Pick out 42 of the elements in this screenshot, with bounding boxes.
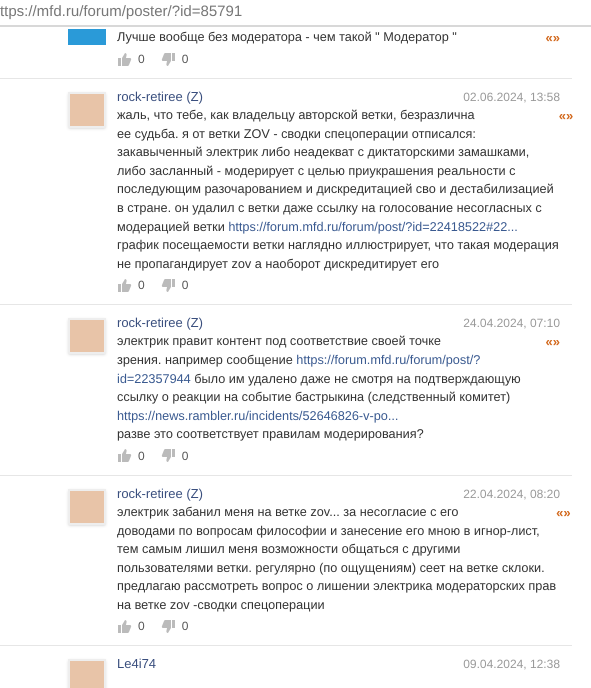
dislike-count: 0 xyxy=(182,448,188,465)
dislike-count: 0 xyxy=(182,618,188,636)
thumbs-up-icon[interactable] xyxy=(117,278,132,293)
link[interactable]: id=22357944 xyxy=(117,372,191,386)
post-date: 22.04.2024, 08:20 xyxy=(463,486,560,503)
author-name[interactable]: rock-retiree (Z) xyxy=(117,484,203,502)
quote-link[interactable]: «» xyxy=(546,28,560,47)
like-count: 0 xyxy=(138,448,145,465)
thumbs-up-icon[interactable] xyxy=(117,52,132,66)
post-date: 02.06.2024, 13:58 xyxy=(463,89,560,106)
like-count: 0 xyxy=(138,618,145,636)
link[interactable]: https://forum.mfd.ru/forum/post/? xyxy=(296,352,480,367)
avatar-photo-placeholder xyxy=(68,659,106,688)
thumbs-down-icon[interactable] xyxy=(160,448,176,464)
author-name[interactable]: rock-retiree (Z) xyxy=(117,314,203,332)
post-date: 09.04.2024, 12:38 xyxy=(463,656,560,674)
link[interactable]: https://forum.mfd.ru/forum/post/?id=22418522#22... xyxy=(228,220,518,234)
author-name[interactable]: Le4i74 xyxy=(117,655,156,672)
like-count: 0 xyxy=(138,277,145,294)
avatar-photo-placeholder xyxy=(68,92,106,128)
thumbs-down-icon[interactable] xyxy=(160,278,176,293)
quote-link[interactable]: «» xyxy=(558,106,574,125)
thumbs-down-icon[interactable] xyxy=(160,52,176,66)
post-text: Лучше вообще без модератора - чем такой " Модератор " xyxy=(117,29,457,46)
thumbs-up-icon[interactable] xyxy=(117,618,132,634)
post-date: 24.04.2024, 07:10 xyxy=(463,315,560,332)
post-text: электрик забанил меня на ветке zov... за несогласие с его доводами по вопросам философии и занесение его мною в игнор-лист, тем самым лишил меня возможности общаться с другими пользователями ветки. регулярно (по ощущениям) сеет на ветке склоки. предлагаю рассмотреть вопрос о лишении электрика модераторских прав на ветке zov -сводки спецоперации xyxy=(117,504,556,614)
post-text: электрик правит контент под соответствие своей точке зрения. например сообщение https://forum.mfd.ru/forum/post/? id=22357944 было им удалено даже не смотря на подтверждающую ссылку о реакции на событие бастрыкина (следственный комитет) https://news.rambler.ru/incidents/52646826-v-po... разве это соответствует правилам модерирования? xyxy=(117,333,521,444)
thumbs-up-icon[interactable] xyxy=(117,448,132,464)
avatar-photo-placeholder xyxy=(68,318,106,354)
post-text: жаль, что тебе, как владельцу авторской ветки, безразлична ее судьба. я от ветки ZOV - сводки спецоперации отписался: закавыченный электрик либо неадекват с диктаторскими замашками, либо засланный - модерирует с целью приукрашения реальности с последующим разочарованием и дискредитацией сво и дестабилизацией в стране. он удалил с ветки даже ссылку на голосование несогласных с модерацией ветки https://forum.mfd.ru/forum/post/?id=22418522#22... график посещаемости ветки наглядно иллюстрирует, что такая модерация не пропагандирует zov а наоборот дискредитирует его xyxy=(117,107,559,273)
author-name[interactable]: rock-retiree (Z) xyxy=(117,88,203,105)
quote-link[interactable]: «» xyxy=(556,502,571,522)
avatar-photo-placeholder xyxy=(68,488,106,525)
avatar-photo-placeholder xyxy=(68,29,106,45)
quote-link[interactable]: «» xyxy=(546,332,560,352)
dislike-count: 0 xyxy=(182,51,188,68)
dislike-count: 0 xyxy=(182,277,188,294)
like-count: 0 xyxy=(138,51,145,68)
thumbs-down-icon[interactable] xyxy=(160,618,176,634)
address-url[interactable]: ttps://mfd.ru/forum/poster/?id=85791 xyxy=(0,1,242,24)
link[interactable]: https://news.rambler.ru/incidents/52646826-v-po... xyxy=(117,408,398,423)
